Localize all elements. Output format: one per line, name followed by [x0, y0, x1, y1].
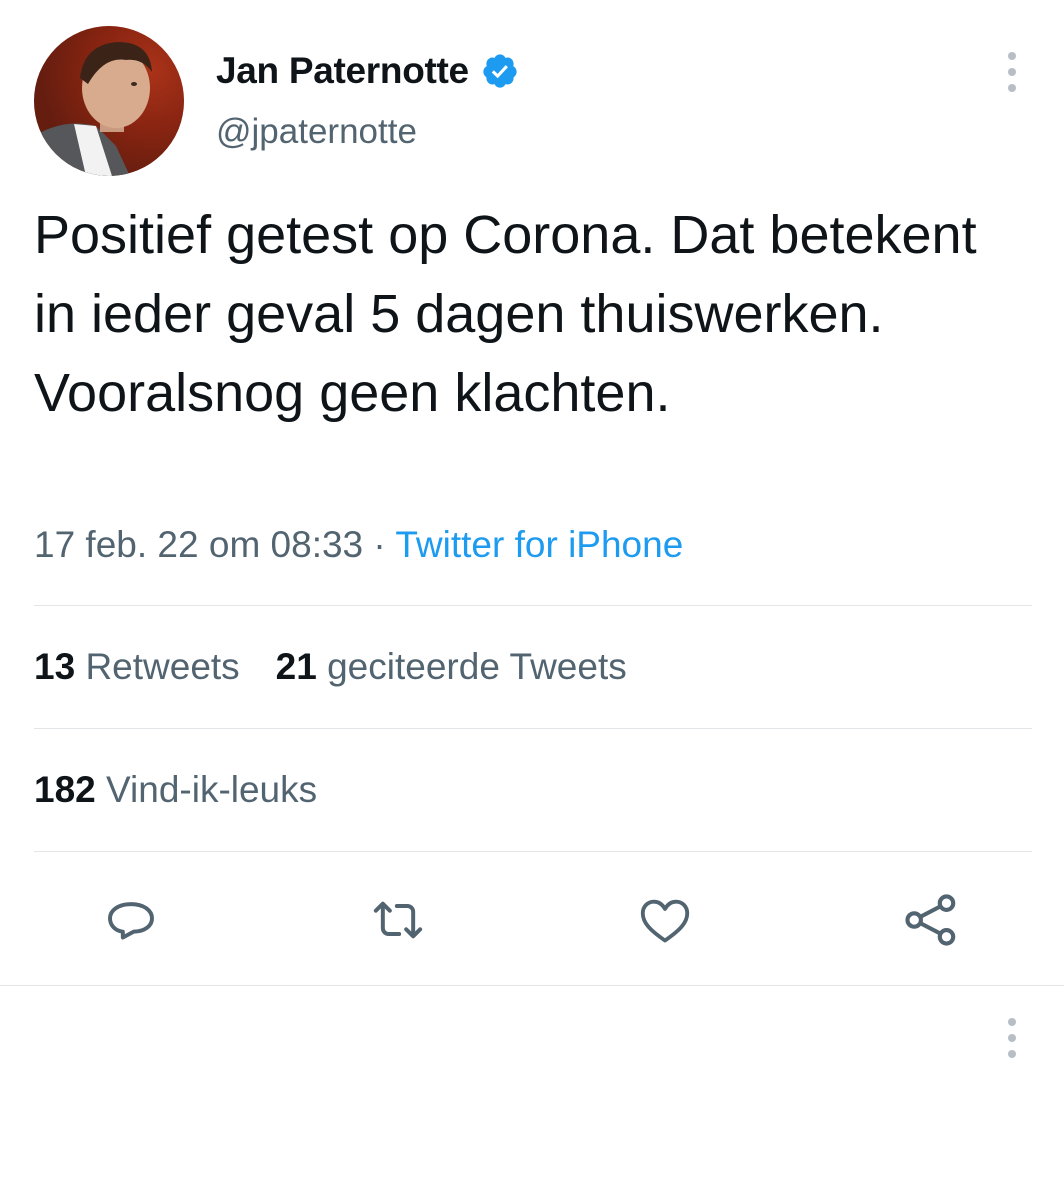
retweets-label: Retweets	[85, 646, 240, 687]
divider	[0, 985, 1064, 986]
stats-row-likes: 182 Vind-ik-leuks	[34, 769, 317, 811]
divider	[34, 728, 1032, 729]
like-button[interactable]	[633, 888, 697, 952]
stats-row-retweets: 13 Retweets 21 geciteerde Tweets	[34, 646, 627, 688]
reply-button[interactable]	[99, 888, 163, 952]
likes-count: 182	[34, 769, 96, 810]
meta-separator: ·	[373, 524, 386, 565]
quotes-label: geciteerde Tweets	[327, 646, 627, 687]
likes-stat[interactable]: 182 Vind-ik-leuks	[34, 769, 317, 811]
divider	[34, 851, 1032, 852]
retweet-button[interactable]	[366, 888, 430, 952]
reply-icon	[108, 902, 154, 940]
share-button[interactable]	[899, 888, 963, 952]
author-name-row: Jan Paternotte	[216, 50, 519, 92]
tweet-meta: 17 feb. 22 om 08:33 · Twitter for iPhone	[34, 524, 683, 566]
author-name[interactable]: Jan Paternotte	[216, 50, 469, 92]
tweet-text: Positief getest op Corona. Dat betekent …	[34, 205, 977, 423]
quotes-count: 21	[275, 646, 317, 687]
more-options-icon[interactable]	[1002, 1018, 1022, 1058]
retweets-count: 13	[34, 646, 76, 687]
tweet-source-link[interactable]: Twitter for iPhone	[395, 524, 683, 565]
avatar[interactable]	[34, 26, 184, 176]
author-handle[interactable]: @jpaternotte	[216, 112, 417, 152]
likes-label: Vind-ik-leuks	[106, 769, 318, 810]
like-icon	[640, 899, 690, 943]
share-icon	[905, 894, 956, 946]
divider	[34, 605, 1032, 606]
quotes-stat[interactable]: 21 geciteerde Tweets	[276, 646, 627, 688]
tweet-date[interactable]: 17 feb. 22 om 08:33	[34, 524, 363, 565]
avatar-photo	[34, 26, 184, 176]
action-bar	[0, 888, 1064, 958]
verified-badge-icon	[483, 54, 517, 88]
more-options-icon[interactable]	[1002, 52, 1022, 92]
retweets-stat[interactable]: 13 Retweets	[34, 646, 240, 688]
retweet-icon	[373, 901, 423, 939]
